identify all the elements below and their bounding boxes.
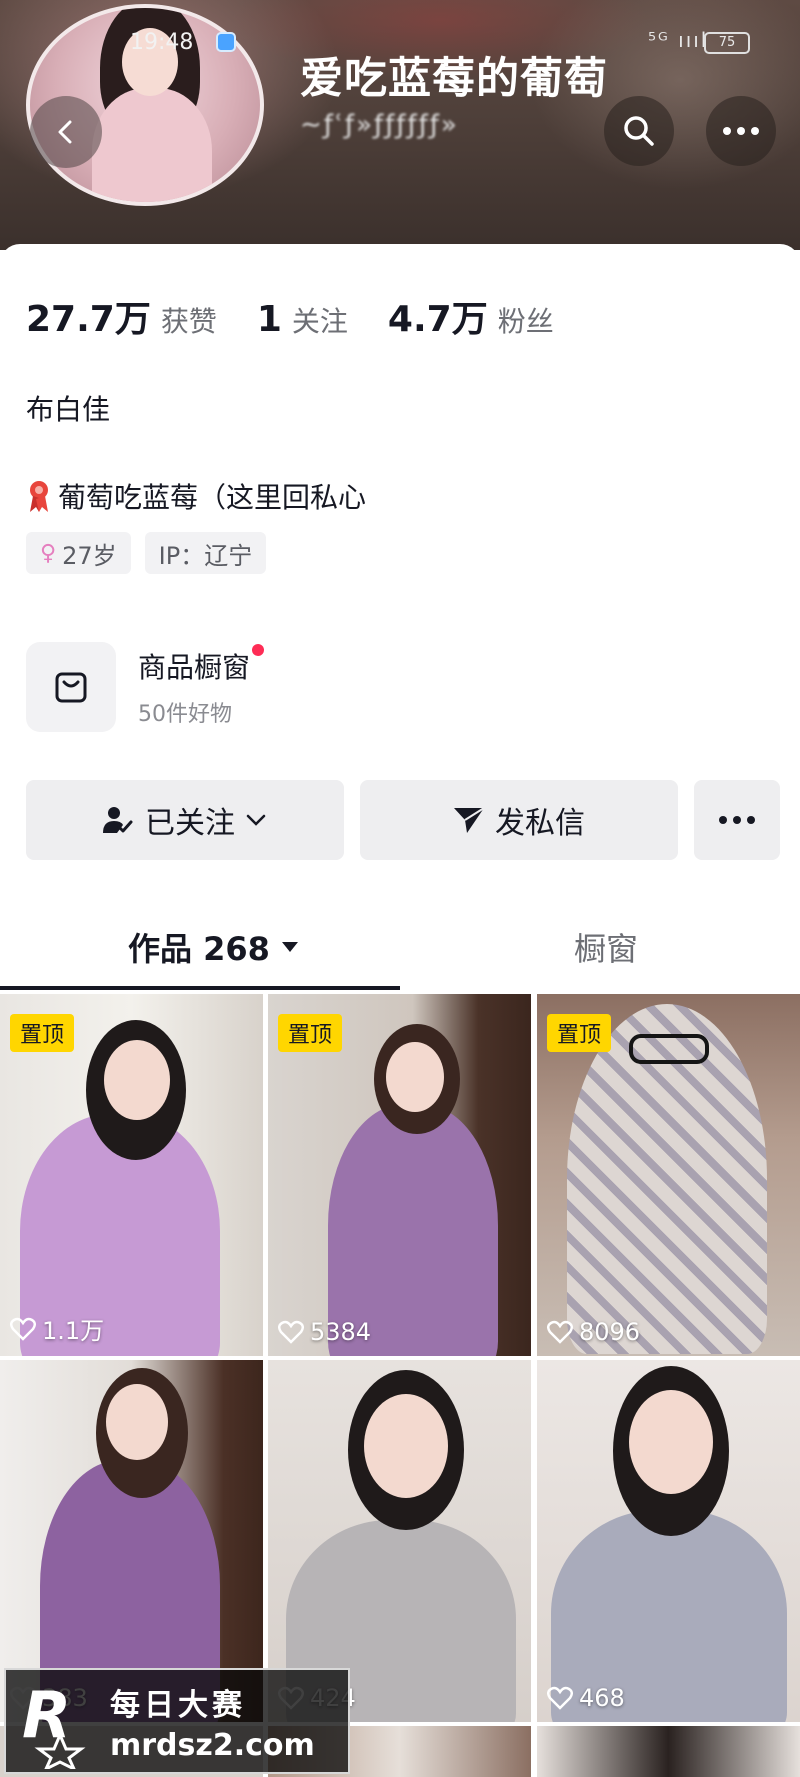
- profile-header: 19:48 ⁵ᴳ ıııl 75 爱吃蓝莓的葡萄 ∼ƒʿƒ»ƒƒƒƒƒƒ»: [0, 0, 800, 250]
- notification-icon: [216, 32, 236, 52]
- profile-user-id: ∼ƒʿƒ»ƒƒƒƒƒƒ»: [300, 110, 459, 140]
- age-tag: ♀ 27岁: [26, 532, 131, 574]
- notification-dot: [252, 644, 265, 656]
- like-count-text: 1.1万: [42, 1317, 105, 1345]
- heart-outline-icon: [10, 1317, 36, 1341]
- profile-tags: ♀ 27岁 IP：辽宁: [26, 532, 267, 574]
- search-icon: [624, 116, 654, 146]
- watermark-url: mrdsz2.com: [110, 1727, 315, 1763]
- status-time: 19:48: [130, 30, 194, 55]
- more-options-button[interactable]: [706, 96, 776, 166]
- tab-works-label: 作品 268: [128, 930, 270, 968]
- tab-showcase[interactable]: 橱窗: [574, 924, 638, 970]
- ip-location-tag: IP：辽宁: [144, 532, 267, 574]
- followed-button[interactable]: 已关注: [26, 780, 344, 860]
- battery-icon: 75: [704, 32, 750, 54]
- tab-works[interactable]: 作品 268: [128, 924, 300, 970]
- profile-signature: 葡萄吃蓝莓（这里回私心: [26, 476, 366, 516]
- following-label: 关注: [291, 305, 348, 338]
- glasses-shape: [629, 1034, 709, 1064]
- thumbnail-subject-face: [629, 1390, 713, 1494]
- female-icon: ♀: [40, 540, 57, 566]
- likes-count[interactable]: 27.7万: [26, 290, 151, 342]
- paper-plane-icon: [454, 807, 485, 833]
- like-count: 5384: [278, 1318, 371, 1346]
- chevron-down-icon: [246, 814, 266, 826]
- following-count[interactable]: 1: [257, 299, 282, 340]
- shop-title: 商品橱窗: [138, 651, 251, 684]
- video-thumbnail[interactable]: 置顶 5384: [268, 994, 531, 1356]
- age-text: 27岁: [62, 541, 117, 570]
- caret-down-icon: [281, 942, 298, 952]
- product-showcase-entry[interactable]: 商品橱窗 50件好物: [26, 642, 265, 732]
- heart-outline-icon: [278, 1320, 304, 1344]
- profile-stats: 27.7万 获赞 1 关注 4.7万 粉丝: [26, 290, 594, 342]
- profile-actions: 已关注 发私信: [26, 780, 780, 860]
- more-dots-icon: [723, 127, 759, 135]
- profile-nickname: 爱吃蓝莓的葡萄: [300, 54, 608, 104]
- thumbnail-subject-face: [386, 1042, 444, 1112]
- signature-text: 葡萄吃蓝莓（这里回私心: [58, 481, 367, 514]
- watermark-title: 每日大赛: [110, 1687, 246, 1723]
- more-actions-button[interactable]: [694, 780, 780, 860]
- thumbnail-subject-face: [364, 1394, 448, 1498]
- search-button[interactable]: [604, 96, 674, 166]
- thumbnail-image: [537, 1726, 800, 1777]
- thumbnail-subject-face: [104, 1040, 170, 1120]
- shop-subtitle: 50件好物: [138, 702, 232, 727]
- heart-outline-icon: [547, 1320, 573, 1344]
- site-watermark: R 每日大赛 mrdsz2.com: [4, 1668, 350, 1774]
- back-button[interactable]: [30, 96, 102, 168]
- likes-label: 获赞: [160, 305, 217, 338]
- like-count-text: 5384: [310, 1318, 372, 1346]
- like-count: 8096: [547, 1318, 640, 1346]
- active-tab-indicator: [0, 986, 400, 990]
- watermark-logo: R: [16, 1673, 96, 1773]
- chevron-left-icon: [58, 120, 72, 144]
- thumbnail-subject-face: [106, 1384, 168, 1460]
- profile-bio: 布白佳: [26, 393, 111, 426]
- ip-location-text: IP：辽宁: [158, 541, 253, 570]
- pinned-badge: 置顶: [547, 1014, 612, 1052]
- followers-count[interactable]: 4.7万: [388, 290, 488, 342]
- like-count-text: 468: [579, 1684, 625, 1712]
- followers-label: 粉丝: [497, 305, 554, 338]
- send-message-label: 发私信: [495, 806, 585, 841]
- heart-outline-icon: [547, 1686, 573, 1710]
- ribbon-icon: [26, 479, 52, 513]
- signal-icon: ⁵ᴳ ıııl: [648, 28, 709, 52]
- like-count-text: 8096: [579, 1318, 641, 1346]
- pinned-badge: 置顶: [278, 1014, 343, 1052]
- pinned-badge: 置顶: [10, 1014, 75, 1052]
- user-check-icon: [103, 807, 133, 833]
- profile-tabs: 作品 268 橱窗: [0, 900, 800, 990]
- send-message-button[interactable]: 发私信: [360, 780, 678, 860]
- video-thumbnail[interactable]: 468: [537, 1360, 800, 1722]
- tab-showcase-label: 橱窗: [574, 930, 639, 968]
- more-dots-icon: [719, 816, 755, 824]
- like-count: 468: [547, 1684, 625, 1712]
- shop-title-wrap: 商品橱窗: [138, 644, 265, 686]
- shopping-bag-icon: [26, 642, 116, 732]
- video-thumbnail[interactable]: 置顶 1.1万: [0, 994, 263, 1356]
- video-thumbnail[interactable]: [537, 1726, 800, 1777]
- followed-label: 已关注: [145, 806, 235, 841]
- video-thumbnail[interactable]: 置顶 8096: [537, 994, 800, 1356]
- like-count: 1.1万: [10, 1311, 104, 1346]
- avatar-body: [92, 88, 212, 202]
